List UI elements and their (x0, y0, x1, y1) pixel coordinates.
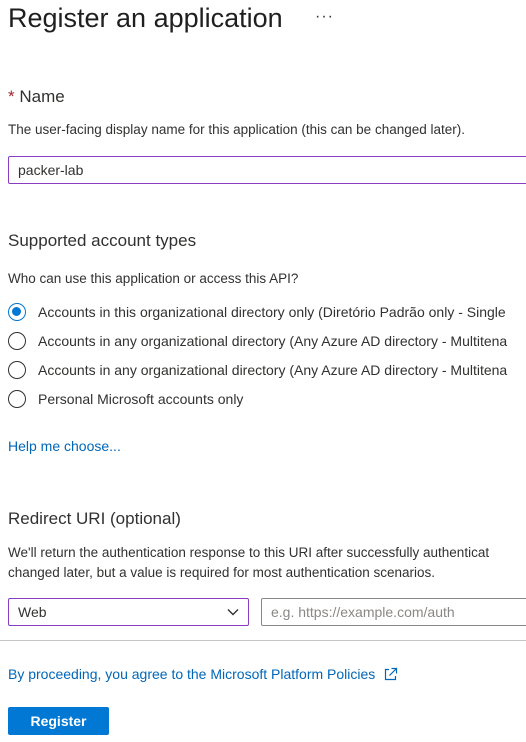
more-options-ellipsis-icon[interactable]: ··· (315, 8, 334, 26)
required-marker: * (8, 87, 15, 106)
page-title: Register an application (8, 3, 283, 33)
account-type-option-single-tenant[interactable]: Accounts in this organizational director… (8, 301, 506, 323)
radio-button[interactable] (8, 332, 26, 350)
redirect-uri-input-box[interactable] (261, 598, 526, 626)
radio-button-selected[interactable] (8, 303, 26, 321)
name-input[interactable] (9, 157, 526, 183)
platform-policies-link[interactable]: By proceeding, you agree to the Microsof… (8, 666, 398, 682)
account-type-option-multi-tenant-personal[interactable]: Accounts in any organizational directory… (8, 359, 507, 381)
register-button[interactable]: Register (8, 707, 109, 735)
radio-button[interactable] (8, 390, 26, 408)
name-section-heading: * Name (8, 86, 65, 108)
radio-button[interactable] (8, 361, 26, 379)
help-me-choose-link[interactable]: Help me choose... (8, 438, 121, 454)
account-type-option-personal[interactable]: Personal Microsoft accounts only (8, 388, 243, 410)
external-link-icon (383, 667, 398, 682)
account-type-label: Accounts in any organizational directory… (38, 333, 508, 349)
platform-select-value: Web (18, 604, 47, 620)
account-type-label: Personal Microsoft accounts only (38, 391, 244, 407)
redirect-description-line1: We'll return the authentication response… (8, 545, 490, 560)
account-type-label: Accounts in any organizational directory… (38, 362, 508, 378)
name-input-box[interactable] (8, 156, 526, 184)
chevron-down-icon (226, 605, 240, 624)
name-label: Name (19, 87, 65, 106)
redirect-uri-input[interactable] (262, 599, 526, 625)
account-type-label: Accounts in this organizational director… (38, 304, 506, 320)
redirect-uri-heading: Redirect URI (optional) (8, 509, 181, 528)
name-description: The user-facing display name for this ap… (8, 122, 465, 137)
account-types-heading: Supported account types (8, 231, 197, 250)
footer-divider (0, 640, 526, 641)
redirect-description-line2: changed later, but a value is required f… (8, 565, 436, 580)
account-type-option-multi-tenant[interactable]: Accounts in any organizational directory… (8, 330, 507, 352)
platform-select[interactable]: Web (8, 598, 249, 626)
platform-policies-text[interactable]: By proceeding, you agree to the Microsof… (8, 666, 375, 682)
account-types-question: Who can use this application or access t… (8, 271, 299, 286)
